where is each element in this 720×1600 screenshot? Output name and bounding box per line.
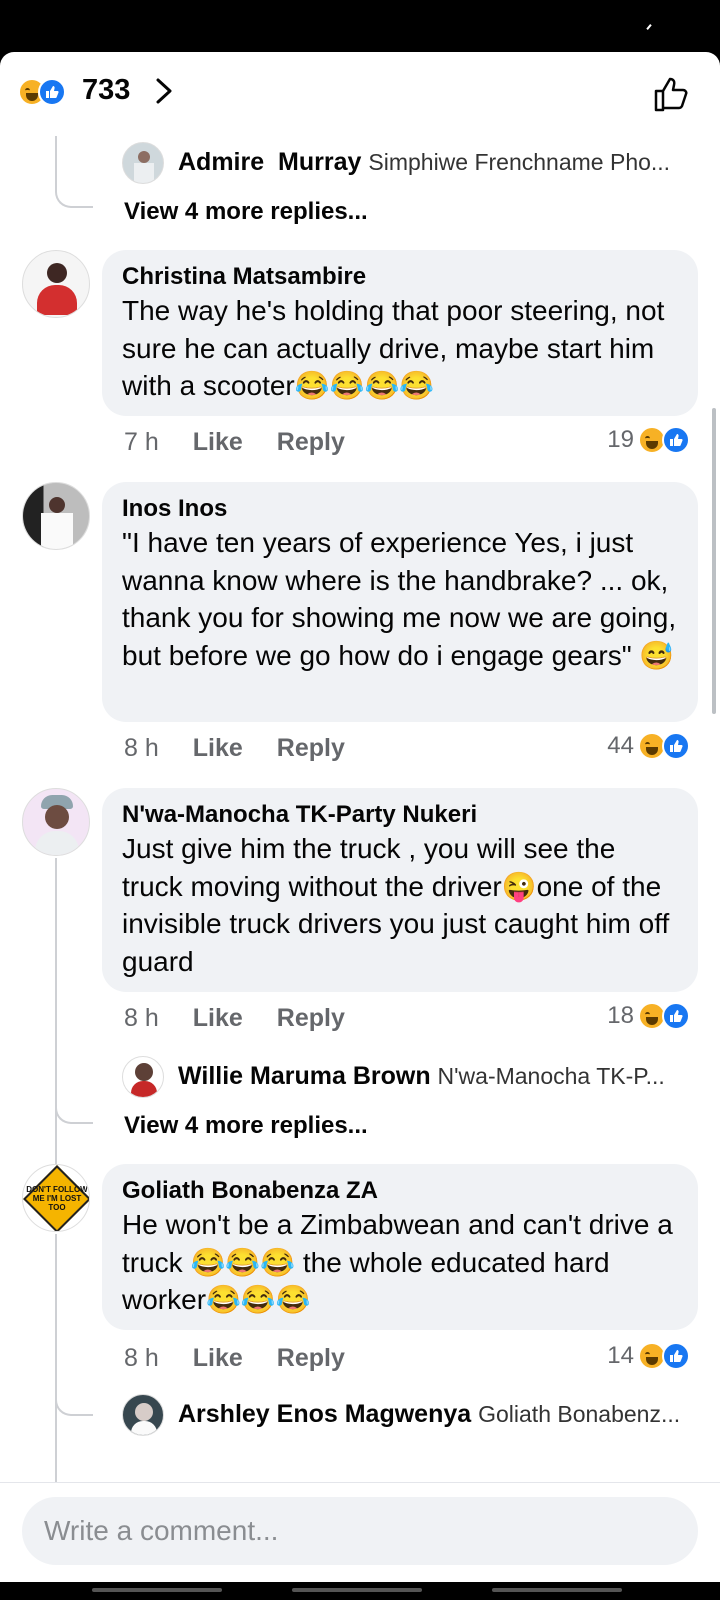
- reply-preview[interactable]: Willie Maruma Brown N'wa-Manocha TK-P...: [178, 1062, 698, 1091]
- like-button[interactable]: Like: [193, 1344, 243, 1372]
- comment-text: Just give him the truck , you will see t…: [122, 833, 670, 977]
- reply-preview[interactable]: Arshley Enos Magwenya Goliath Bonabenz..…: [178, 1400, 698, 1429]
- comment-input-placeholder: Write a comment...: [44, 1515, 279, 1546]
- reaction-count: 44: [607, 732, 634, 759]
- avatar[interactable]: [22, 788, 90, 856]
- scrollbar[interactable]: [712, 408, 716, 714]
- reply-author-last[interactable]: Murray: [278, 148, 361, 176]
- like-button[interactable]: Like: [193, 734, 243, 762]
- system-nav-bar: [0, 1582, 720, 1600]
- like-icon: [662, 1342, 690, 1370]
- thread-connector: [55, 1052, 93, 1124]
- nav-back-handle[interactable]: [492, 1588, 622, 1592]
- comment-bubble[interactable]: Christina Matsambire The way he's holdin…: [102, 250, 698, 416]
- like-icon: [38, 78, 66, 106]
- reaction-count: 14: [607, 1342, 634, 1369]
- comment-time: 8 h: [124, 1004, 159, 1032]
- reply-text: Simphiwe Frenchname Pho...: [368, 149, 671, 175]
- avatar[interactable]: [22, 482, 90, 550]
- comment-actions: 8 h Like Reply: [124, 734, 379, 763]
- comment-bubble[interactable]: Inos Inos "I have ten years of experienc…: [102, 482, 698, 722]
- like-button[interactable]: Like: [193, 1004, 243, 1032]
- signal-icon: [646, 24, 652, 30]
- reply-author[interactable]: Willie Maruma Brown: [178, 1062, 431, 1090]
- comment-author[interactable]: N'wa-Manocha TK-Party Nukeri: [122, 800, 678, 830]
- comment-actions: 8 h Like Reply: [124, 1004, 379, 1033]
- avatar[interactable]: [122, 142, 164, 184]
- comment-time: 8 h: [124, 1344, 159, 1372]
- comment-bubble[interactable]: Goliath Bonabenza ZA He won't be a Zimba…: [102, 1164, 698, 1330]
- emoji: 😅: [639, 639, 675, 671]
- thread-line: [55, 1234, 57, 1482]
- reply-author[interactable]: Admire: [178, 148, 264, 176]
- comment-text: "I have ten years of experience Yes, i j…: [122, 527, 677, 671]
- like-icon: [662, 426, 690, 454]
- avatar[interactable]: [22, 250, 90, 318]
- thread-line: [55, 858, 57, 1188]
- emoji: 😂😂😂😂: [294, 370, 435, 401]
- reaction-count: 733: [82, 74, 131, 106]
- reaction-count: 18: [607, 1002, 634, 1029]
- like-button[interactable]: Like: [193, 428, 243, 456]
- reaction-summary[interactable]: 18: [607, 1002, 690, 1030]
- comment-author[interactable]: Goliath Bonabenza ZA: [122, 1176, 678, 1206]
- reaction-icons: [18, 78, 66, 106]
- comment-bubble[interactable]: N'wa-Manocha TK-Party Nukeri Just give h…: [102, 788, 698, 992]
- avatar-sign-text: DON'T FOLLOW ME I'M LOST TOO: [26, 1185, 88, 1212]
- thread-connector: [55, 1382, 93, 1416]
- comment-author[interactable]: Christina Matsambire: [122, 262, 678, 292]
- reaction-count: 19: [607, 426, 634, 453]
- comment-input[interactable]: Write a comment...: [22, 1497, 698, 1565]
- reply-button[interactable]: Reply: [277, 1344, 345, 1372]
- reply-author[interactable]: Arshley Enos Magwenya: [178, 1400, 471, 1428]
- comment-author[interactable]: Inos Inos: [122, 494, 678, 524]
- avatar[interactable]: [122, 1056, 164, 1098]
- like-icon: [662, 732, 690, 760]
- comments-sheet: 733 Admire Murray Simphiwe Frenchname Ph…: [0, 52, 720, 1582]
- comment-time: 7 h: [124, 428, 159, 456]
- chevron-right-icon[interactable]: [150, 76, 178, 106]
- comment-text: The way he's holding that poor steering,…: [122, 295, 665, 401]
- reply-preview[interactable]: Admire Murray Simphiwe Frenchname Pho...: [178, 148, 698, 177]
- reactions-header[interactable]: 733: [0, 52, 720, 136]
- comment-composer: Write a comment...: [0, 1482, 720, 1582]
- nav-home-handle[interactable]: [292, 1588, 422, 1592]
- view-more-replies[interactable]: View 4 more replies...: [124, 198, 368, 226]
- reply-text: N'wa-Manocha TK-P...: [437, 1063, 665, 1089]
- reaction-summary[interactable]: 14: [607, 1342, 690, 1370]
- nav-recent-handle[interactable]: [92, 1588, 222, 1592]
- reply-button[interactable]: Reply: [277, 1004, 345, 1032]
- thread-connector: [55, 136, 93, 208]
- view-more-replies[interactable]: View 4 more replies...: [124, 1112, 368, 1140]
- like-icon: [662, 1002, 690, 1030]
- status-bar: [0, 0, 720, 52]
- emoji: 😂😂😂: [190, 1246, 296, 1278]
- emoji: 😜: [501, 870, 537, 902]
- avatar[interactable]: [122, 1394, 164, 1436]
- reaction-summary[interactable]: 19: [607, 426, 690, 454]
- comment-time: 8 h: [124, 734, 159, 762]
- reply-button[interactable]: Reply: [277, 428, 345, 456]
- comment-text: He won't be a Zimbabwean and can't drive…: [122, 1209, 673, 1315]
- avatar[interactable]: DON'T FOLLOW ME I'M LOST TOO: [22, 1164, 90, 1232]
- comment-actions: 8 h Like Reply: [124, 1344, 379, 1373]
- reaction-summary[interactable]: 44: [607, 732, 690, 760]
- reply-text: Goliath Bonabenz...: [478, 1401, 681, 1427]
- emoji: 😂😂😂: [206, 1284, 311, 1315]
- like-outline-icon[interactable]: [652, 74, 692, 114]
- comment-actions: 7 h Like Reply: [124, 428, 379, 457]
- reply-button[interactable]: Reply: [277, 734, 345, 762]
